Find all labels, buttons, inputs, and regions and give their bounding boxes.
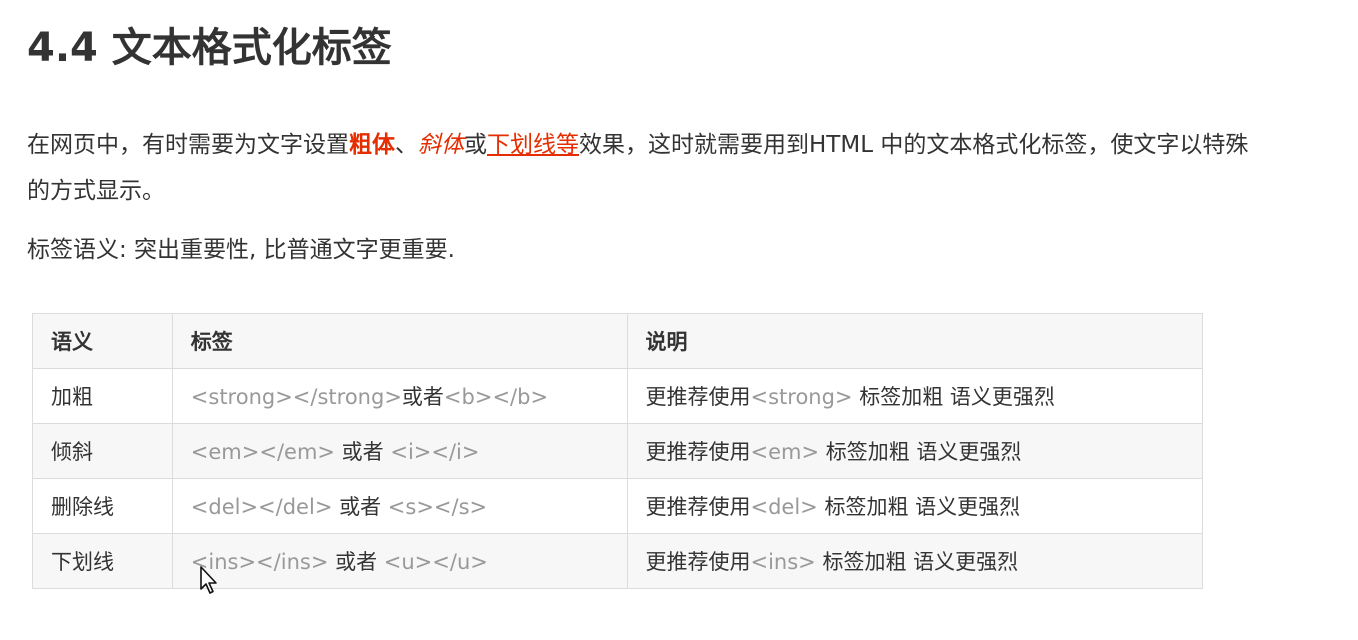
table-header-row: 语义 标签 说明 — [32, 313, 1203, 369]
desc-prefix: 更推荐使用 — [645, 385, 751, 409]
tag-code: <s></s> — [387, 495, 488, 519]
cell-description: 更推荐使用<strong> 标签加粗 语义更强烈 — [626, 368, 1203, 424]
italic-example: 斜体 — [418, 132, 464, 158]
cell-tags: <em></em> 或者 <i></i> — [171, 423, 628, 479]
tag-code: <u></u> — [383, 550, 488, 574]
desc-prefix: 更推荐使用 — [645, 440, 751, 464]
cell-tags: <del></del> 或者 <s></s> — [171, 478, 628, 534]
format-tags-table: 语义 标签 说明 加粗 <strong></strong>或者<b></b> 更… — [32, 313, 1203, 589]
or-text: 或者 — [332, 495, 388, 519]
cell-meaning: 加粗 — [32, 368, 173, 424]
tag-code: <b></b> — [443, 385, 549, 409]
cell-description: 更推荐使用<em> 标签加粗 语义更强烈 — [626, 423, 1203, 479]
cell-tags: <strong></strong>或者<b></b> — [171, 368, 628, 424]
desc-suffix: 标签加粗 语义更强烈 — [817, 495, 1021, 519]
intro-sep-2: 或 — [464, 132, 487, 158]
desc-tag-code: <em> — [750, 440, 820, 464]
or-text: 或者 — [328, 550, 384, 574]
mouse-pointer-icon — [200, 566, 217, 594]
desc-prefix: 更推荐使用 — [645, 495, 751, 519]
bold-example: 粗体 — [349, 132, 395, 158]
or-text: 或者 — [335, 440, 391, 464]
cell-meaning: 删除线 — [32, 478, 173, 534]
page-title: 4.4 文本格式化标签 — [27, 25, 392, 71]
tag-code: <i></i> — [390, 440, 480, 464]
desc-suffix: 标签加粗 语义更强烈 — [852, 385, 1055, 409]
header-tag: 标签 — [171, 313, 628, 369]
table-row: 加粗 <strong></strong>或者<b></b> 更推荐使用<stro… — [32, 368, 1203, 424]
tag-code: <strong></strong> — [190, 385, 402, 409]
desc-prefix: 更推荐使用 — [645, 550, 751, 574]
intro-text-1: 在网页中，有时需要为文字设置 — [27, 132, 349, 158]
desc-tag-code: <ins> — [750, 550, 816, 574]
underline-example: 下划线等 — [487, 132, 579, 158]
cell-meaning: 下划线 — [32, 533, 173, 589]
intro-sep-1: 、 — [395, 132, 418, 158]
tag-code: <em></em> — [190, 440, 335, 464]
cell-description: 更推荐使用<del> 标签加粗 语义更强烈 — [626, 478, 1203, 534]
or-text: 或者 — [401, 385, 444, 409]
desc-tag-code: <del> — [750, 495, 818, 519]
intro-paragraph: 在网页中，有时需要为文字设置粗体、斜体或下划线等效果，这时就需要用到HTML 中… — [27, 122, 1257, 214]
header-description: 说明 — [626, 313, 1203, 369]
header-meaning: 语义 — [32, 313, 173, 369]
desc-suffix: 标签加粗 语义更强烈 — [819, 440, 1022, 464]
cell-description: 更推荐使用<ins> 标签加粗 语义更强烈 — [626, 533, 1203, 589]
table-row: 倾斜 <em></em> 或者 <i></i> 更推荐使用<em> 标签加粗 语… — [32, 423, 1203, 479]
cell-meaning: 倾斜 — [32, 423, 173, 479]
document-page: 4.4 文本格式化标签 在网页中，有时需要为文字设置粗体、斜体或下划线等效果，这… — [0, 0, 1358, 640]
table-row: 删除线 <del></del> 或者 <s></s> 更推荐使用<del> 标签… — [32, 478, 1203, 534]
desc-tag-code: <strong> — [750, 385, 853, 409]
semantic-note: 标签语义: 突出重要性, 比普通文字更重要. — [27, 237, 455, 263]
tag-code: <del></del> — [190, 495, 333, 519]
cell-tags: <ins></ins> 或者 <u></u> — [171, 533, 628, 589]
desc-suffix: 标签加粗 语义更强烈 — [815, 550, 1019, 574]
